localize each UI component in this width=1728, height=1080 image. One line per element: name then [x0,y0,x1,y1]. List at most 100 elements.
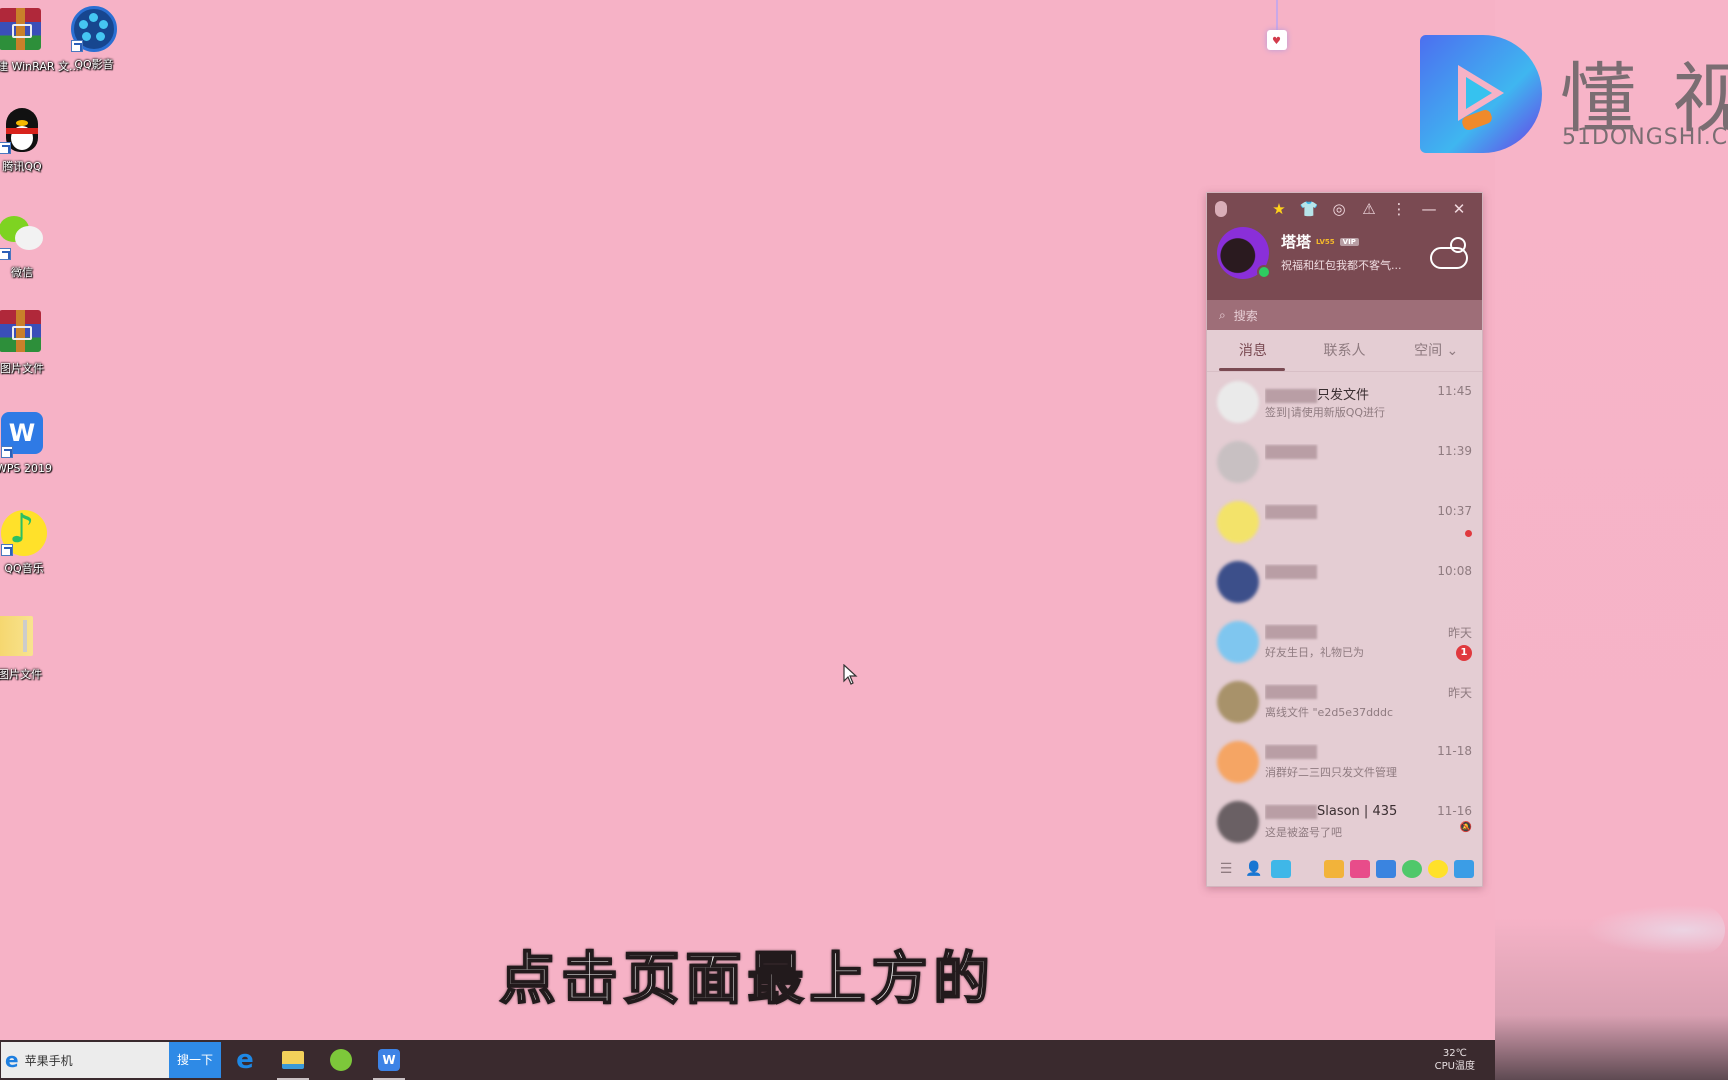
qq-titlebar[interactable]: ★ 👕 ◎ ⚠ ⋮ — ✕ [1207,193,1482,225]
winrar-icon [0,310,41,352]
profile-name[interactable]: 塔塔 [1281,231,1311,252]
taskbar-edge[interactable]: e [221,1040,269,1080]
conversation-item[interactable]: 11:39 [1207,432,1482,492]
conversation-item[interactable]: 10:37 [1207,492,1482,552]
watermark-logo: 懂视 51DONGSHI.COM [1420,35,1728,160]
desktop-icon-label: 微信 [11,266,33,279]
desktop-icon-qq-music[interactable]: QQ音乐 [0,506,60,576]
conversation-time: 11:45 [1437,384,1472,398]
conversation-avatar [1217,741,1259,783]
weiyun-icon[interactable] [1376,860,1396,878]
mute-bell-icon: 🔕 [1459,822,1472,833]
avatar[interactable] [1217,227,1271,279]
desktop-icon-wps[interactable]: W WPS 2019 [0,412,60,475]
desktop-icon-label: QQ影音 [74,58,114,71]
minimize-button[interactable]: — [1414,200,1444,218]
blurred-side-area [1495,0,1728,1080]
shortcut-arrow-icon [1,544,13,556]
hanging-tshirt-pet-icon[interactable]: ♥ [1257,0,1297,60]
conversation-avatar [1217,681,1259,723]
conversation-time: 11:39 [1437,444,1472,458]
shortcut-arrow-icon [0,142,11,154]
blurred-name [1265,564,1317,579]
taskbar-search-box[interactable]: e [1,1042,169,1078]
video-icon[interactable] [1350,860,1370,878]
blurred-name [1265,444,1317,459]
video-subtitle: 点击页面最上方的 [499,946,996,1013]
desktop-icon-tencent-qq[interactable]: 腾讯QQ [0,108,58,174]
chevron-down-icon: ⌄ [1446,342,1459,359]
conversation-preview: 这是被盗号了吧 [1265,826,1342,839]
more-icon[interactable]: ⋮ [1384,200,1414,218]
conversation-item[interactable]: 消群好二三四只发文件管理 11-18 [1207,732,1482,792]
conversation-title: Slason | 435 [1317,804,1398,819]
qq-logo-icon [1215,201,1227,217]
qq-tabs: 消息 联系人 空间 ⌄ [1207,330,1482,372]
warning-icon[interactable]: ⚠ [1354,200,1384,218]
conversation-item[interactable]: 离线文件 "e2d5e37dddc 昨天 [1207,672,1482,732]
conversation-item[interactable]: 只发文件 签到|请使用新版QQ进行 11:45 [1207,372,1482,432]
tencent-video-icon[interactable] [1402,860,1422,878]
add-contact-icon[interactable]: 👤 [1243,859,1265,879]
desktop-icon-qq-video[interactable]: QQ影音 [58,6,130,72]
game-icon[interactable] [1324,860,1344,878]
taskbar: e 搜一下 e W 32℃ CPU温度 [0,1040,1495,1080]
blurred-name [1265,684,1317,699]
winrar-icon [0,8,41,50]
close-button[interactable]: ✕ [1444,200,1474,218]
desktop-icon-winrar-archive[interactable]: 图片文件 [0,310,58,376]
qq-footer-toolbar: ☰ 👤 [1207,852,1482,886]
conversation-preview: 签到|请使用新版QQ进行 [1265,406,1386,419]
conversation-time: 昨天 [1447,626,1472,640]
app-manager-icon[interactable] [1454,860,1474,878]
conversation-avatar [1217,441,1259,483]
conversation-avatar [1217,561,1259,603]
blurred-name [1265,804,1317,819]
desktop-icon-label: WPS 2019 [0,462,52,475]
desktop-icon-label: 图片文件 [0,668,42,681]
cpu-temp-label: CPU温度 [1434,1061,1475,1072]
skin-icon[interactable]: 👕 [1294,200,1324,218]
star-icon[interactable]: ★ [1264,200,1294,218]
conversation-list: 只发文件 签到|请使用新版QQ进行 11:45 11:39 10:37 10:0… [1207,372,1482,852]
edge-icon: e [236,1045,254,1075]
desktop-icon-folder[interactable]: 图片文件 [0,616,56,682]
file-transfer-icon[interactable] [1271,860,1291,878]
unread-badge: 1 [1456,645,1472,661]
tab-qzone[interactable]: 空间 ⌄ [1390,330,1482,372]
conversation-avatar [1217,621,1259,663]
blurred-name [1265,504,1317,519]
taskbar-search-button[interactable]: 搜一下 [169,1042,221,1078]
conversation-item[interactable]: 10:08 [1207,552,1482,612]
vip-badge[interactable]: VIP [1339,237,1359,246]
tab-messages[interactable]: 消息 [1207,330,1299,372]
conversation-avatar [1217,501,1259,543]
desktop-icon-wechat[interactable]: 微信 [0,214,58,280]
qq-music-small-icon[interactable] [1428,860,1448,878]
desktop-icon-winrar-new[interactable]: 新建 WinRAR 文... [0,8,80,74]
file-explorer-icon [282,1051,304,1069]
taskbar-file-explorer[interactable] [269,1040,317,1080]
conversation-preview: 消群好二三四只发文件管理 [1265,766,1397,779]
qq-main-panel: ★ 👕 ◎ ⚠ ⋮ — ✕ 塔塔 LV55 VIP 祝福和红包我都不客气... … [1206,192,1483,887]
taskbar-wps[interactable]: W [365,1040,413,1080]
weather-icon[interactable] [1428,233,1476,273]
qq-search-bar[interactable]: ⌕ 搜索 [1207,300,1482,330]
tab-contacts[interactable]: 联系人 [1299,330,1391,372]
active-tab-indicator [1219,368,1285,371]
cpu-temperature-widget[interactable]: 32℃ CPU温度 [1435,1047,1475,1073]
taskbar-360-browser[interactable] [317,1040,365,1080]
blurred-name [1265,744,1317,759]
search-placeholder: 搜索 [1233,308,1258,323]
wps-icon: W [378,1049,400,1071]
shortcut-arrow-icon [1,446,13,458]
qq-header: ★ 👕 ◎ ⚠ ⋮ — ✕ 塔塔 LV55 VIP 祝福和红包我都不客气... [1207,193,1482,300]
conversation-item[interactable]: Slason | 435 这是被盗号了吧 11-16 🔕 [1207,792,1482,852]
conversation-item[interactable]: 好友生日，礼物已为 昨天 1 [1207,612,1482,672]
taskbar-search-input[interactable] [24,1053,145,1067]
online-status-icon [1257,265,1271,279]
desktop-icon-label: 腾讯QQ [2,160,42,173]
menu-icon[interactable]: ☰ [1215,859,1237,879]
medal-icon[interactable]: ◎ [1324,200,1354,218]
cpu-temp-value: 32℃ [1442,1048,1467,1059]
